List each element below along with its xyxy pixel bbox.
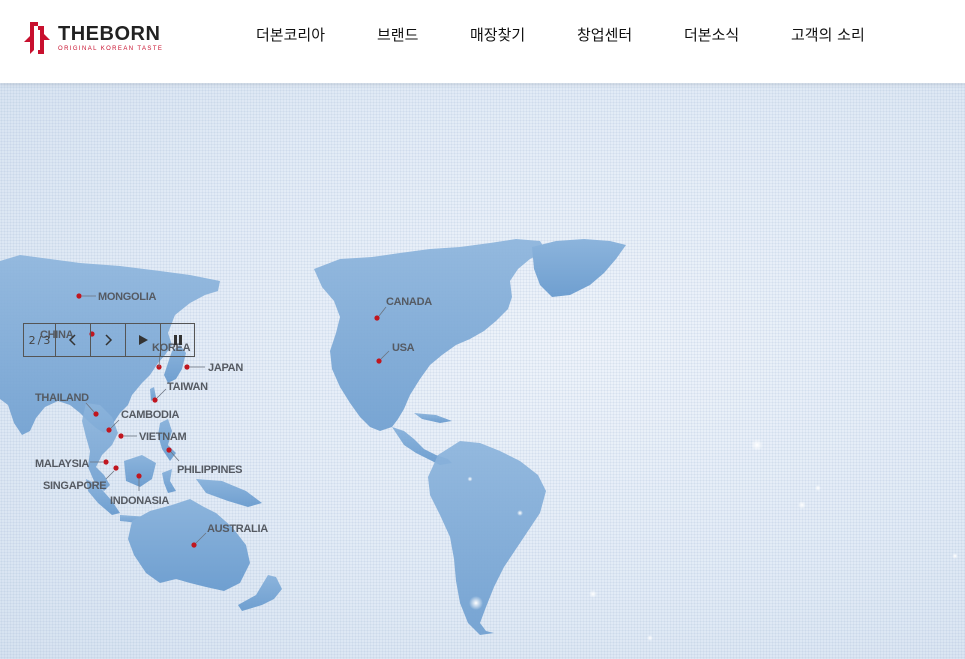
label-japan: JAPAN: [208, 362, 243, 374]
label-taiwan: TAIWAN: [167, 381, 208, 393]
slide-separator: /: [37, 333, 42, 347]
nav-item-franchise-center[interactable]: 창업센터: [577, 24, 632, 45]
main-nav: 더본코리아 브랜드 매장찾기 창업센터 더본소식 고객의 소리: [0, 24, 965, 48]
slide-total: 3: [43, 333, 51, 347]
label-vietnam: VIETNAM: [139, 431, 187, 443]
label-australia: AUSTRALIA: [207, 523, 268, 535]
slide-counter: 2 / 3: [24, 324, 56, 356]
pause-icon: [173, 335, 182, 345]
label-singapore: SINGAPORE: [43, 480, 106, 492]
world-map: MONGOLIA CHINA KOREA JAPAN TAIWAN THAILA…: [0, 239, 958, 641]
slide-current: 2: [28, 333, 36, 347]
cuba: [414, 413, 452, 423]
new-guinea: [196, 479, 262, 507]
pause-button[interactable]: [161, 324, 194, 356]
borneo: [124, 455, 156, 487]
site-header: THEBORN ORIGINAL KOREAN TASTE 더본코리아 브랜드 …: [0, 0, 965, 83]
north-america: [314, 239, 546, 431]
greenland: [532, 239, 626, 297]
south-america: [428, 441, 546, 635]
chevron-right-icon: [105, 334, 113, 346]
label-mongolia: MONGOLIA: [98, 291, 156, 303]
sulawesi: [162, 469, 176, 493]
new-zealand: [238, 575, 282, 611]
play-button[interactable]: [126, 324, 161, 356]
prev-slide-button[interactable]: [56, 324, 91, 356]
label-indonesia: INDONASIA: [110, 495, 169, 507]
nav-item-brand[interactable]: 브랜드: [377, 24, 418, 45]
label-usa: USA: [392, 342, 415, 354]
nav-item-theborn-korea[interactable]: 더본코리아: [256, 24, 325, 45]
nav-item-news[interactable]: 더본소식: [684, 24, 739, 45]
play-icon: [139, 335, 148, 345]
world-map-slide: MONGOLIA CHINA KOREA JAPAN TAIWAN THAILA…: [0, 83, 965, 659]
label-cambodia: CAMBODIA: [121, 409, 179, 421]
label-malaysia: MALAYSIA: [35, 458, 89, 470]
slider-controls: 2 / 3: [23, 323, 195, 357]
label-canada: CANADA: [386, 296, 432, 308]
label-thailand: THAILAND: [35, 392, 89, 404]
chevron-left-icon: [68, 334, 76, 346]
nav-item-store-finder[interactable]: 매장찾기: [470, 24, 525, 45]
label-philippines: PHILIPPINES: [177, 464, 242, 476]
nav-item-customer-voice[interactable]: 고객의 소리: [791, 24, 865, 45]
australia: [128, 499, 250, 591]
next-slide-button[interactable]: [91, 324, 126, 356]
